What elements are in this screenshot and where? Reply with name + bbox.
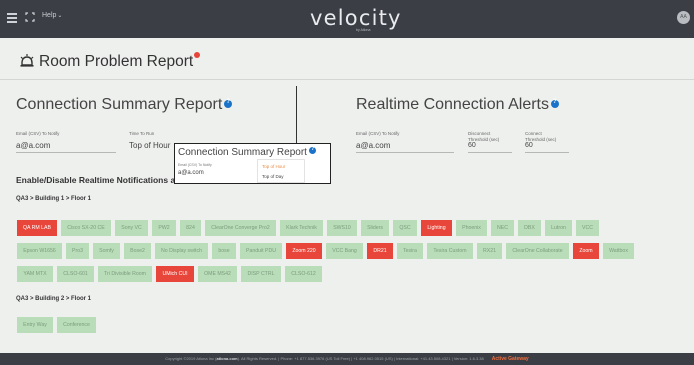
logo-subtext: by Atlona: [356, 28, 371, 32]
room-toggle-chip[interactable]: Entry Way: [17, 317, 53, 333]
disconnect-threshold-input[interactable]: 60: [468, 142, 476, 149]
room-toggle-chip[interactable]: DISP CTRL: [241, 266, 281, 282]
room-toggle-chip[interactable]: Zoom 220: [286, 243, 322, 259]
connect-underline: [525, 152, 569, 153]
room-toggle-chip[interactable]: Panduit PDU: [240, 243, 282, 259]
footer-copyright: Copyright ©2019 Atlona Inc (: [165, 356, 217, 361]
summary-email-underline: [16, 152, 116, 153]
disconnect-underline: [468, 152, 512, 153]
room-toggle-chip[interactable]: DR21: [367, 243, 393, 259]
active-gateway-status: Active Gateway: [491, 356, 529, 362]
velocity-logo: velocity: [310, 6, 402, 30]
summary-email-input[interactable]: a@a.com: [16, 141, 50, 150]
dropdown-option-top-of-hour[interactable]: Top of Hour: [262, 164, 285, 169]
room-toggle-chip[interactable]: Tesira Custom: [427, 243, 473, 259]
disconnect-threshold-label: Disconnect: [468, 131, 491, 136]
connect-threshold-label: Connect: [525, 131, 542, 136]
room-toggle-chip[interactable]: OME MS42: [198, 266, 237, 282]
connection-summary-title: Connection Summary Report: [16, 96, 233, 114]
notifications-title: Enable/Disable Realtime Notifications an…: [16, 175, 186, 185]
footer-brand-link[interactable]: atlona.com: [216, 356, 237, 361]
popup-email-value[interactable]: a@a.com: [178, 170, 204, 176]
room-toggle-chip[interactable]: Epson W1656: [17, 243, 62, 259]
popup-title: Connection Summary Report: [178, 146, 316, 158]
room-toggle-chip[interactable]: CLSO-612: [285, 266, 322, 282]
room-toggle-chip[interactable]: Phoenix: [456, 220, 487, 236]
room-toggle-chip[interactable]: Tesira: [397, 243, 423, 259]
hamburger-menu-icon[interactable]: [7, 13, 17, 23]
info-icon[interactable]: [224, 99, 233, 108]
room-toggle-chip[interactable]: UMich CUI: [156, 266, 194, 282]
room-toggle-chip[interactable]: Tri Divisible Room: [98, 266, 152, 282]
footer-info: ). All Rights Reserved. | Phone: +1 877.…: [237, 356, 484, 361]
room-toggle-chip[interactable]: Cisco SX-20 CE: [61, 220, 111, 236]
summary-time-select[interactable]: Top of Hour: [129, 141, 170, 150]
room-toggle-chip[interactable]: bose: [212, 243, 236, 259]
room-toggle-chip[interactable]: No Display switch: [155, 243, 208, 259]
page-title: Room Problem Report: [19, 52, 201, 71]
chevron-down-icon: ⌄: [57, 13, 63, 19]
summary-time-label: Time To Run: [129, 131, 155, 136]
alerts-email-input[interactable]: a@a.com: [356, 141, 390, 150]
group-label: QA3 > Building 2 > Floor 1: [16, 296, 92, 302]
divider: [0, 79, 694, 80]
fullscreen-icon[interactable]: [25, 12, 35, 22]
divider: [296, 86, 297, 146]
room-toggle-chip[interactable]: DBX: [518, 220, 541, 236]
alarm-bell-icon: [20, 54, 34, 67]
room-toggle-chip[interactable]: VCC Bang: [326, 243, 363, 259]
footer: Copyright ©2019 Atlona Inc (atlona.com).…: [0, 353, 694, 365]
room-toggle-chip[interactable]: VCC: [576, 220, 599, 236]
page-title-text: Room Problem Report: [39, 53, 194, 70]
help-label: Help: [42, 12, 57, 19]
notification-badge: [194, 52, 201, 58]
dropdown-option-top-of-day[interactable]: Top of Day: [262, 174, 284, 179]
room-toggle-chip[interactable]: Conference: [57, 317, 96, 333]
room-toggle-chip[interactable]: Sony VC: [115, 220, 148, 236]
room-toggle-chip[interactable]: QSC: [393, 220, 417, 236]
info-icon[interactable]: [308, 146, 316, 154]
room-toggle-chip[interactable]: Lutron: [545, 220, 572, 236]
popup-title-text: Connection Summary Report: [178, 147, 307, 158]
room-toggle-chip[interactable]: SWS10: [327, 220, 357, 236]
room-toggle-chip[interactable]: ClearOne Converge Pro2: [205, 220, 276, 236]
room-toggle-chip[interactable]: Somfy: [93, 243, 120, 259]
popup-email-label: Email (CSV) To Notify: [178, 163, 212, 167]
summary-email-label: Email (CSV) To Notify: [16, 131, 60, 136]
room-toggle-chip[interactable]: PW2: [152, 220, 176, 236]
realtime-alerts-title-text: Realtime Connection Alerts: [356, 96, 549, 113]
room-toggle-chip[interactable]: NEC: [491, 220, 514, 236]
alerts-email-underline: [356, 152, 454, 153]
room-toggle-chip[interactable]: Pro3: [66, 243, 89, 259]
info-icon[interactable]: [550, 99, 559, 108]
room-toggle-chip[interactable]: RX21: [477, 243, 502, 259]
room-toggle-chip[interactable]: Klark Technik: [280, 220, 323, 236]
room-toggle-chip[interactable]: 824: [180, 220, 201, 236]
zoom-inset-popup: Connection Summary Report Email (CSV) To…: [174, 143, 331, 184]
alerts-email-label: Email (CSV) To Notify: [356, 131, 400, 136]
help-menu[interactable]: Help⌄: [42, 12, 62, 19]
realtime-alerts-title: Realtime Connection Alerts: [356, 96, 559, 114]
room-toggle-chip[interactable]: Bose2: [124, 243, 151, 259]
room-toggle-chip[interactable]: Sliders: [361, 220, 389, 236]
room-toggle-chip[interactable]: Lighting: [421, 220, 452, 236]
connection-summary-title-text: Connection Summary Report: [16, 96, 223, 113]
connect-threshold-input[interactable]: 60: [525, 142, 533, 149]
room-toggle-chip[interactable]: Wattbox: [603, 243, 634, 259]
room-toggle-chip[interactable]: QA RM LAB: [17, 220, 57, 236]
room-toggle-chip[interactable]: ClearOne Collaborate: [506, 243, 569, 259]
room-toggle-chip[interactable]: YAM MTX: [17, 266, 53, 282]
top-bar: Help⌄ velocity by Atlona AA: [0, 0, 694, 38]
time-dropdown-menu: Top of Hour Top of Day: [257, 159, 305, 183]
avatar[interactable]: AA: [677, 11, 690, 24]
room-toggle-chip[interactable]: CLSO-601: [57, 266, 94, 282]
group-label: QA3 > Building 1 > Floor 1: [16, 196, 92, 202]
room-toggle-chip[interactable]: Zoom: [573, 243, 599, 259]
